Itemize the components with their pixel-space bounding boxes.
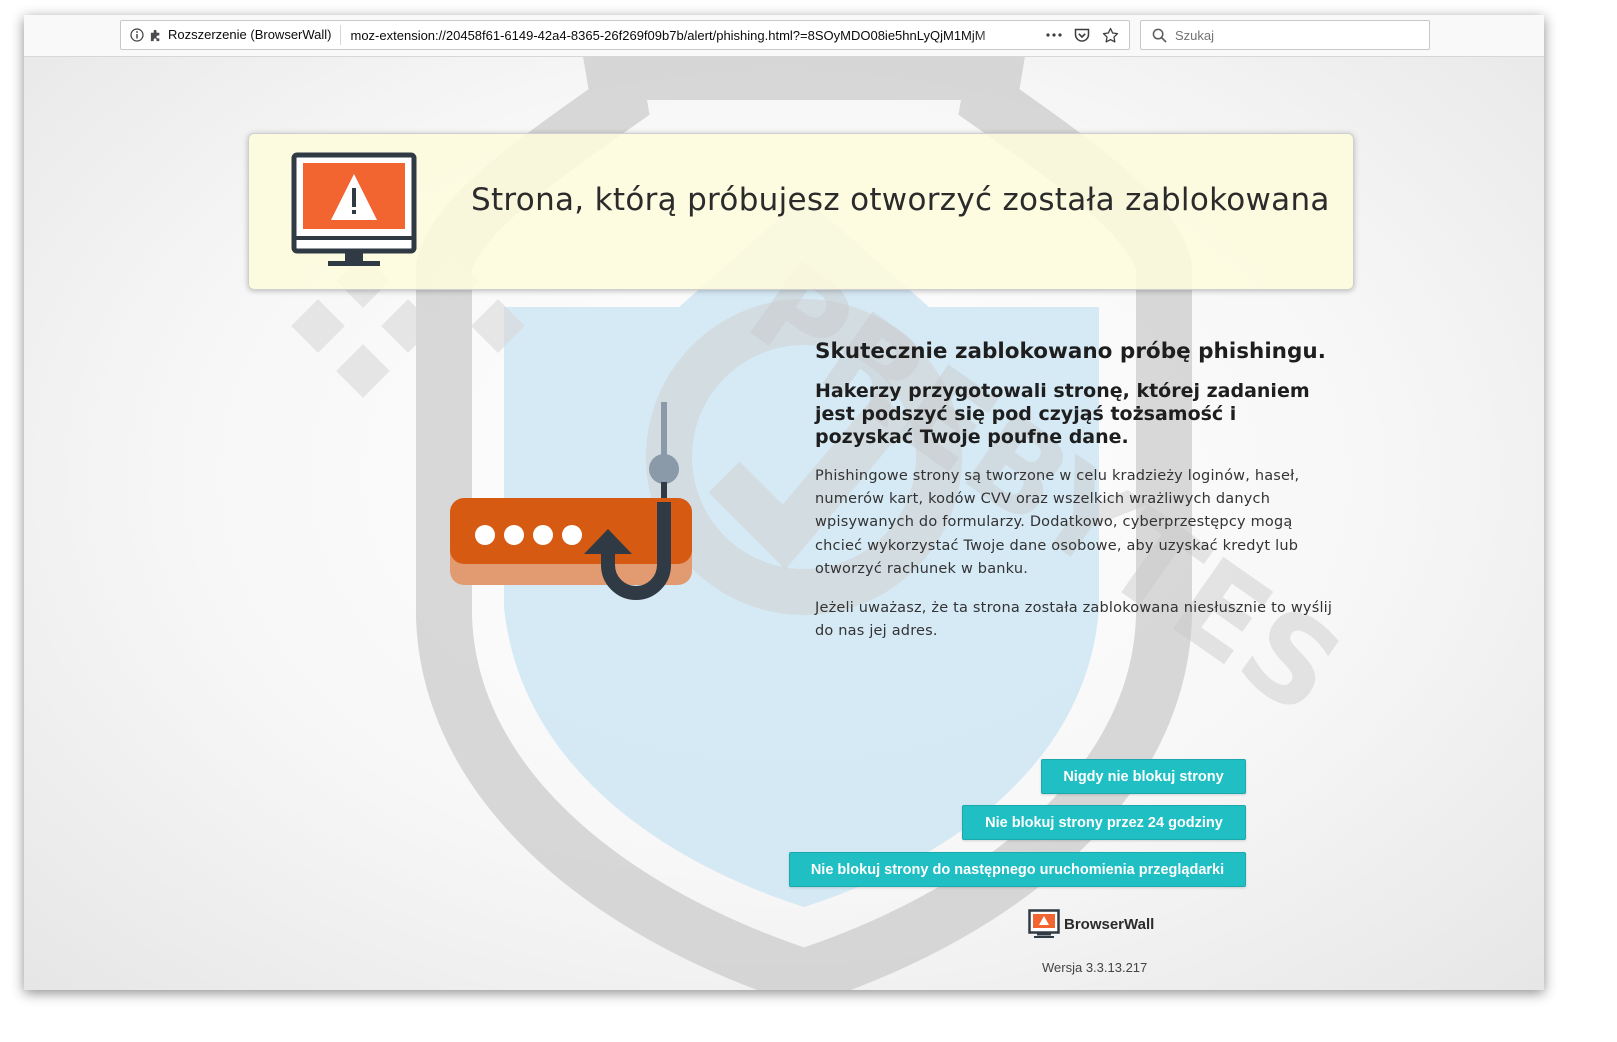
unblock-24h-button[interactable]: Nie blokuj strony przez 24 godziny — [962, 805, 1246, 840]
content-subheading: Hakerzy przygotowali stronę, której zada… — [815, 380, 1310, 448]
info-icon[interactable] — [127, 25, 147, 45]
banner-title: Strona, którą próbujesz otworzyć została… — [471, 182, 1330, 218]
info-content: Skutecznie zablokowano próbę phishingu. … — [815, 339, 1335, 659]
brand-name: BrowserWall — [1064, 915, 1155, 933]
warning-banner: Strona, którą próbujesz otworzyć została… — [248, 133, 1354, 290]
browserwall-logo-icon — [1028, 909, 1060, 938]
bookmark-star-icon[interactable] — [1101, 26, 1119, 44]
content-paragraph-1: Phishingowe strony są tworzone w celu kr… — [815, 468, 1300, 577]
unblock-until-restart-button[interactable]: Nie blokuj strony do następnego uruchomi… — [789, 852, 1246, 887]
search-bar[interactable]: Szukaj — [1140, 20, 1430, 50]
search-placeholder: Szukaj — [1175, 27, 1215, 43]
identity-label[interactable]: Rozszerzenie (BrowserWall) — [165, 25, 341, 45]
more-icon[interactable] — [1045, 26, 1063, 44]
puzzle-icon — [147, 26, 165, 44]
url-actions — [1025, 26, 1129, 44]
version-label: Wersja 3.3.13.217 — [1042, 960, 1148, 975]
password-hook-icon — [450, 402, 692, 600]
navigation-toolbar: Rozszerzenie (BrowserWall) moz-extension… — [24, 15, 1544, 57]
monitor-warning-icon — [291, 152, 417, 266]
content-heading: Skutecznie zablokowano próbę phishingu. — [815, 339, 1326, 364]
search-icon — [1149, 25, 1169, 45]
url-bar[interactable]: Rozszerzenie (BrowserWall) moz-extension… — [120, 20, 1130, 50]
never-block-button[interactable]: Nigdy nie blokuj strony — [1041, 759, 1246, 794]
content-paragraph-2: Jeżeli uważasz, że ta strona została zab… — [815, 600, 1333, 640]
block-page: PREBYTES Strona, którą próbujesz otworzy… — [24, 57, 1544, 990]
brand: BrowserWall — [1028, 909, 1154, 939]
url-text[interactable]: moz-extension://20458f61-6149-42a4-8365-… — [341, 28, 1026, 43]
browser-window: Rozszerzenie (BrowserWall) moz-extension… — [24, 15, 1544, 990]
pocket-icon[interactable] — [1073, 26, 1091, 44]
